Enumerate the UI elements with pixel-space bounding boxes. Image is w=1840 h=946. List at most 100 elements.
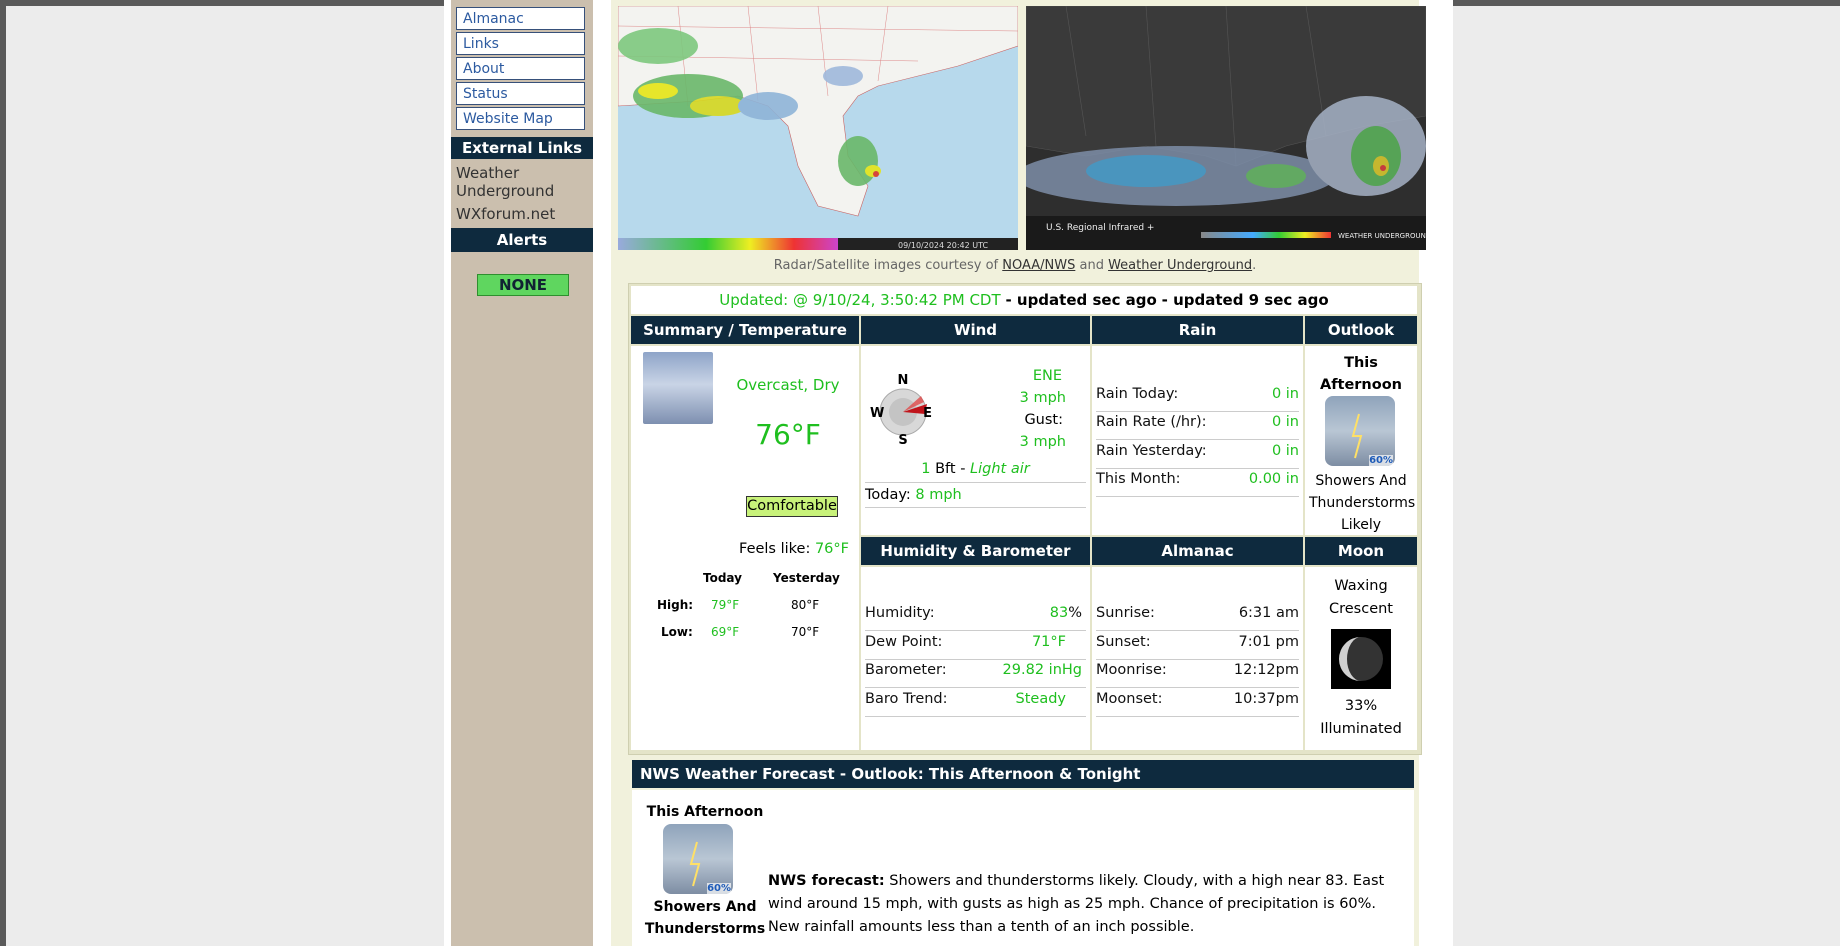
outlook-cell: This Afternoon 60% Showers And Thunderst… xyxy=(1305,346,1417,535)
almanac-label: Sunset: xyxy=(1096,634,1151,650)
bft-description: Light air xyxy=(970,461,1030,477)
satellite-map[interactable]: U.S. Regional Infrared + WEATHER UNDERGR… xyxy=(1026,6,1426,250)
alerts-heading: Alerts xyxy=(451,228,593,252)
moon-cell: Waxing Crescent 33% Illuminated xyxy=(1305,567,1417,750)
nav-item-website-map[interactable]: Website Map xyxy=(456,107,585,130)
wind-cell: N S E W ENE 3 mph Gust: 3 mph 1 Bft - Li… xyxy=(861,346,1090,535)
update-status: Updated: @ 9/10/24, 3:50:42 PM CDT - upd… xyxy=(631,286,1417,314)
rain-label: Rain Yesterday: xyxy=(1096,443,1207,459)
barometer-row: Barometer: 29.82 inHg xyxy=(865,662,1086,688)
forecast-text-block: NWS forecast: Showers and thunderstorms … xyxy=(768,870,1398,939)
compass-e: E xyxy=(923,406,932,421)
gust-label: Gust: xyxy=(1024,412,1063,428)
almanac-label: Moonrise: xyxy=(1096,662,1167,678)
bft-number: 1 xyxy=(921,461,931,477)
almanac-label: Sunrise: xyxy=(1096,605,1155,621)
external-link-weather-underground[interactable]: Weather Underground xyxy=(456,164,591,200)
updated-time: 9/10/24, 3:50:42 PM CDT xyxy=(812,291,1001,309)
compass-n: N xyxy=(898,374,909,388)
moon-phase: Waxing Crescent xyxy=(1328,578,1393,617)
outlook-heading: Outlook xyxy=(1305,316,1417,344)
satellite-brand: WEATHER UNDERGROUND xyxy=(1338,232,1426,240)
credit-suffix: . xyxy=(1252,258,1257,273)
humidity-heading: Humidity & Barometer xyxy=(861,537,1090,565)
alerts-none-button[interactable]: NONE xyxy=(477,274,569,296)
wind-today-value: 8 mph xyxy=(915,487,962,503)
humidity-value: 83 xyxy=(1049,605,1069,621)
summary-heading: Summary / Temperature xyxy=(631,316,859,344)
credit-prefix: Radar/Satellite images courtesy of xyxy=(773,258,999,273)
external-link-wxforum[interactable]: WXforum.net xyxy=(456,205,555,223)
rain-row: Rain Today: 0 in xyxy=(1096,386,1299,412)
wind-today-label: Today: xyxy=(865,487,911,503)
almanac-cell: Sunrise: 6:31 am Sunset: 7:01 pm Moonrise:… xyxy=(1092,567,1303,750)
temperature-value: 76°F xyxy=(755,418,821,451)
humidity-label: Humidity: xyxy=(865,605,935,621)
wind-compass: N S E W xyxy=(869,373,933,448)
nav-item-links[interactable]: Links xyxy=(456,32,585,55)
rain-value: 0 in xyxy=(1271,414,1299,430)
almanac-row: Sunset: 7:01 pm xyxy=(1096,634,1299,660)
wind-today: Today: 8 mph xyxy=(865,482,1086,508)
updated-ago-1: - updated sec ago xyxy=(1005,291,1157,309)
feels-like: Feels like: 76°F xyxy=(739,541,849,557)
barometer-label: Barometer: xyxy=(865,662,947,678)
almanac-value: 7:01 pm xyxy=(1238,634,1300,650)
almanac-value: 6:31 am xyxy=(1238,605,1299,621)
radar-timestamp: 09/10/2024 20:42 UTC xyxy=(898,241,989,250)
humidity-cell: Humidity: 83% Dew Point: 71°F Barometer: 29… xyxy=(861,567,1090,750)
external-links-heading: External Links xyxy=(451,137,593,159)
updated-label: Updated: @ xyxy=(719,291,808,309)
humidity-unit: % xyxy=(1068,605,1082,621)
col-yesterday: Yesterday xyxy=(773,571,840,585)
high-today: 79°F xyxy=(711,598,740,612)
moon-illumination: 33% xyxy=(1344,698,1378,714)
nav-item-almanac[interactable]: Almanac xyxy=(456,7,585,30)
rain-row: Rain Rate (/hr): 0 in xyxy=(1096,414,1299,440)
dewpoint-value: 71°F xyxy=(1031,634,1066,650)
almanac-row: Moonset: 10:37pm xyxy=(1096,691,1299,717)
outlook-text: Showers And Thunderstorms Likely xyxy=(1309,473,1416,533)
credit-link-noaa[interactable]: NOAA/NWS xyxy=(1002,258,1075,273)
credit-link-wunderground[interactable]: Weather Underground xyxy=(1108,258,1252,273)
forecast-period: This Afternoon xyxy=(646,804,764,820)
rain-label: Rain Today: xyxy=(1096,386,1179,402)
almanac-label: Moonset: xyxy=(1096,691,1163,707)
radar-map[interactable]: 09/10/2024 20:42 UTC xyxy=(618,6,1018,250)
beaufort: 1 Bft - Light air xyxy=(861,461,1090,477)
almanac-row: Sunrise: 6:31 am xyxy=(1096,605,1299,631)
forecast-body: This Afternoon 60% Showers And Thunderst… xyxy=(632,790,1414,946)
moon-heading: Moon xyxy=(1305,537,1417,565)
wind-direction: ENE xyxy=(1032,368,1062,384)
image-credit: Radar/Satellite images courtesy of NOAA/… xyxy=(611,258,1419,273)
baro-trend-label: Baro Trend: xyxy=(865,691,948,707)
nav-item-about[interactable]: About xyxy=(456,57,585,80)
thunderstorm-icon[interactable]: 60% xyxy=(1325,396,1395,466)
nav-item-status[interactable]: Status xyxy=(456,82,585,105)
rain-row: Rain Yesterday: 0 in xyxy=(1096,443,1299,469)
forecast-thunderstorm-icon[interactable]: 60% xyxy=(663,824,733,894)
moon-icon xyxy=(1331,629,1391,689)
satellite-label: U.S. Regional Infrared + xyxy=(1046,223,1154,233)
high-yesterday: 80°F xyxy=(791,598,820,612)
feels-label: Feels like: xyxy=(739,541,811,557)
gust-value: 3 mph xyxy=(1019,434,1066,450)
rain-label: This Month: xyxy=(1096,471,1181,487)
col-today: Today xyxy=(703,571,742,585)
rain-row: This Month: 0.00 in xyxy=(1096,471,1299,497)
condition-text: Overcast, Dry xyxy=(736,376,840,394)
low-today: 69°F xyxy=(711,625,740,639)
forecast-short: Showers And Thunderstorms xyxy=(644,899,766,937)
humidity-row: Humidity: 83% xyxy=(865,605,1086,631)
rain-value: 0 in xyxy=(1271,443,1299,459)
almanac-row: Moonrise: 12:12pm xyxy=(1096,662,1299,688)
compass-w: W xyxy=(870,406,884,421)
forecast-label: NWS forecast: xyxy=(768,873,885,889)
rain-heading: Rain xyxy=(1092,316,1303,344)
outlook-pop: 60% xyxy=(1369,455,1393,466)
dewpoint-row: Dew Point: 71°F xyxy=(865,634,1086,660)
almanac-value: 10:37pm xyxy=(1233,691,1299,707)
rain-value: 0.00 in xyxy=(1248,471,1299,487)
baro-trend-row: Baro Trend: Steady xyxy=(865,691,1086,717)
credit-and: and xyxy=(1079,258,1104,273)
